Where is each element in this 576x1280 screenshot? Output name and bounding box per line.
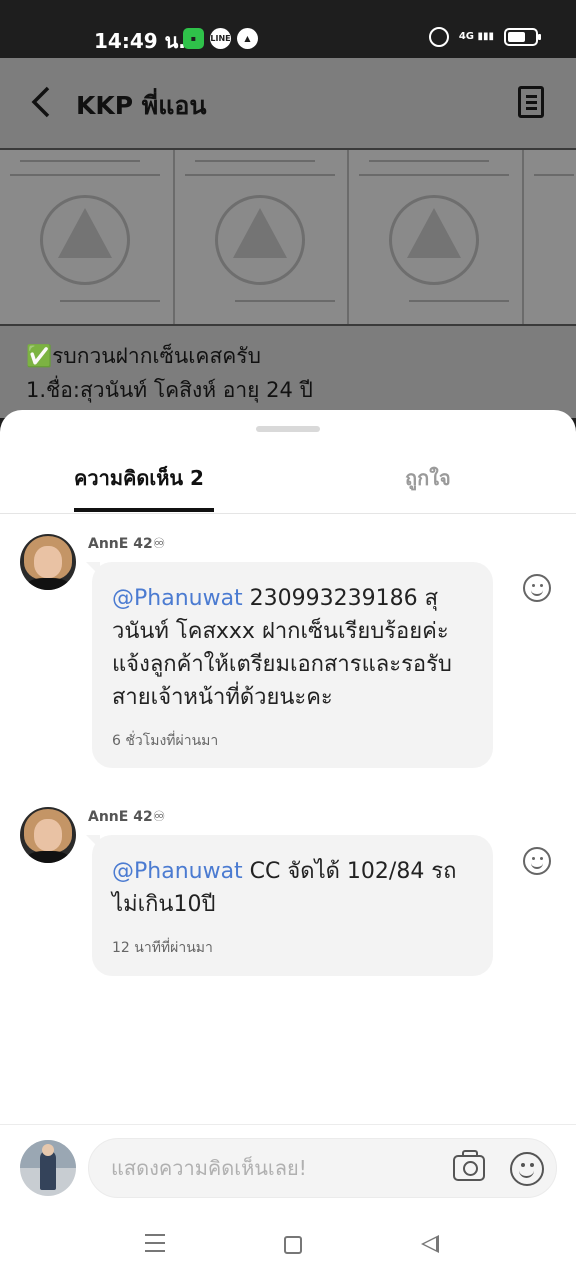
- photo-thumbnail[interactable]: [174, 150, 348, 324]
- comment-bubble[interactable]: @Phanuwat CC จัดได้ 102/84 รถไม่เกิน10ปี…: [86, 835, 493, 976]
- emoji-icon[interactable]: [510, 1152, 544, 1186]
- photo-thumbnail[interactable]: [349, 150, 523, 324]
- back-arrow-icon[interactable]: [30, 86, 54, 118]
- my-avatar: [20, 1140, 76, 1196]
- tab-comments[interactable]: ความคิดเห็น 2: [74, 462, 204, 494]
- comment-text-line: 230993239186 สุ: [242, 586, 439, 611]
- home-icon[interactable]: [284, 1236, 302, 1254]
- emoji-react-icon[interactable]: [523, 574, 551, 602]
- comment-text-line: สายเจ้าหน้าที่ด้วยนะคะ: [112, 685, 333, 710]
- comment-timestamp: 6 ชั่วโมงที่ผ่านมา: [112, 733, 219, 749]
- active-tab-indicator: [74, 508, 214, 512]
- status-time: 14:49 น.: [94, 29, 186, 53]
- system-nav-bar: [0, 1210, 576, 1280]
- line-icon: LINE: [210, 28, 231, 49]
- comment-text-line: ไม่เกิน10ปี: [112, 892, 216, 917]
- avatar[interactable]: [20, 534, 76, 590]
- comment-text-line: CC จัดได้ 102/84 รถ: [242, 859, 457, 884]
- divider: [0, 1124, 576, 1125]
- alarm-icon: [428, 27, 449, 47]
- recent-apps-icon[interactable]: [145, 1234, 165, 1252]
- tab-likes[interactable]: ถูกใจ: [405, 462, 451, 494]
- mention-link[interactable]: @Phanuwat: [112, 586, 243, 611]
- comment-bubble[interactable]: @Phanuwat 230993239186 สุวนันท์ โคสxxx ฝ…: [86, 562, 493, 768]
- post-text-line: ✅รบกวนฝากเซ็นเคสครับ: [26, 344, 261, 368]
- status-bar: 14:49 น. ▪ LINE ▲ 4G ▮▮▮: [0, 0, 576, 58]
- drag-handle[interactable]: [256, 426, 320, 432]
- back-icon[interactable]: [421, 1235, 439, 1253]
- battery-icon: [504, 28, 541, 46]
- comment-timestamp: 12 นาทีที่ผ่านมา: [112, 940, 213, 956]
- signal-icon: 4G ▮▮▮: [458, 31, 494, 42]
- chat-title: KKP พี่แอน: [76, 91, 207, 120]
- photo-thumbnail[interactable]: [0, 150, 173, 324]
- post-background: KKP พี่แอน ✅รบกวนฝากเซ็นเคสครับ 1.ชื่อ:ส…: [0, 58, 576, 418]
- chat-icon: ▪: [183, 28, 204, 49]
- camera-icon[interactable]: [453, 1150, 485, 1181]
- comment-text-line: แจ้งลูกค้าให้เตรียมเอกสารและรอรับ: [112, 652, 452, 677]
- mention-link[interactable]: @Phanuwat: [112, 859, 243, 884]
- comment-author[interactable]: AnnE 42♾: [88, 536, 165, 552]
- post-text-line: 1.ชื่อ:สุวนันท์ โคสิงห์ อายุ 24 ปี: [26, 378, 313, 402]
- photo-thumbnail[interactable]: [524, 150, 576, 324]
- network-label: 4G: [458, 31, 474, 42]
- avatar[interactable]: [20, 807, 76, 863]
- comment-input-box[interactable]: [88, 1138, 557, 1198]
- comment-input[interactable]: [111, 1156, 441, 1180]
- comment-text-line: วนันท์ โคสxxx ฝากเซ็นเรียบร้อยค่ะ: [112, 619, 449, 644]
- status-right: 4G ▮▮▮: [428, 27, 541, 47]
- comment-text: @Phanuwat CC จัดได้ 102/84 รถไม่เกิน10ปี: [112, 855, 480, 921]
- attached-photos[interactable]: [0, 148, 576, 326]
- comment-text: @Phanuwat 230993239186 สุวนันท์ โคสxxx ฝ…: [112, 582, 480, 714]
- emoji-react-icon[interactable]: [523, 847, 551, 875]
- navigation-icon: ▲: [237, 28, 258, 49]
- divider: [0, 513, 576, 514]
- notification-icons: ▪ LINE ▲: [183, 28, 258, 49]
- comment-author[interactable]: AnnE 42♾: [88, 809, 165, 825]
- notes-icon[interactable]: [518, 86, 544, 118]
- comments-sheet: ความคิดเห็น 2 ถูกใจ AnnE 42♾ @Phanuwat 2…: [0, 410, 576, 1280]
